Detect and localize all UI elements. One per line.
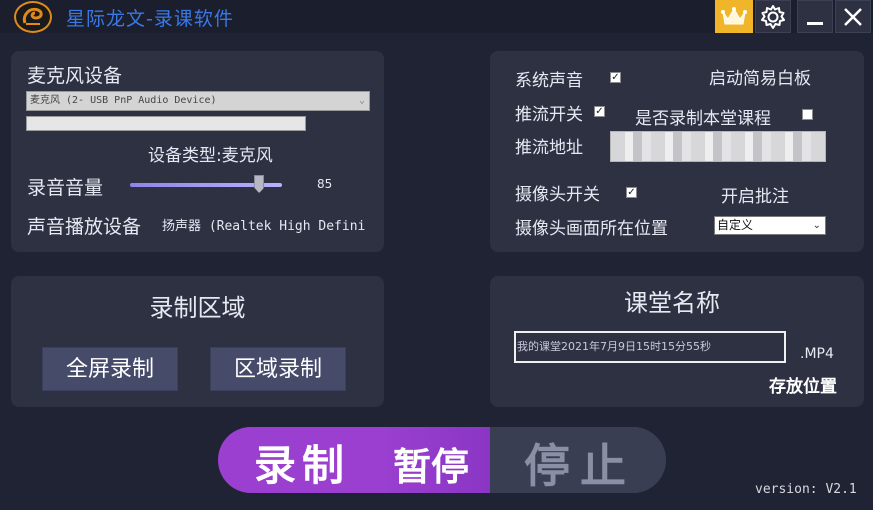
close-button[interactable] [835,0,871,33]
vip-crown-button[interactable] [715,0,753,33]
camera-position-select[interactable]: 自定义 ⌄ [714,216,826,235]
save-location-button[interactable]: 存放位置 [769,372,837,397]
chevron-down-icon: ⌄ [812,220,821,231]
title-bar: 星际龙文-录课软件 [0,0,873,33]
app-logo-icon [14,1,52,33]
stop-button[interactable]: 停止 [524,430,636,493]
chevron-down-icon: ⌄ [358,95,365,106]
record-region-panel: 录制区域 全屏录制 区域录制 [11,276,384,407]
file-extension: .MP4 [800,346,834,362]
mic-level-meter [26,116,306,131]
version-label: version: V2.1 [755,482,857,497]
gear-icon [761,4,785,29]
classroom-panel: 课堂名称 我的课堂2021年7月9日15时15分55秒 .MP4 存放位置 [490,276,864,407]
record-button[interactable]: 录制 [254,432,350,493]
record-control-bar: 录制 暂停 停止 [218,427,666,493]
push-url-label: 推流地址 [515,138,583,158]
mic-device-select[interactable]: 麦克风 (2- USB PnP Audio Device) ⌄ [26,91,370,111]
area-record-button[interactable]: 区域录制 [210,347,346,391]
minimize-icon [807,21,823,25]
microphone-panel: 麦克风设备 麦克风 (2- USB PnP Audio Device) ⌄ 设备… [11,51,384,252]
mic-heading: 麦克风设备 [27,65,123,87]
camera-checkbox[interactable]: ✓ [626,187,637,198]
push-label: 推流开关 [515,105,583,125]
close-icon [844,7,862,26]
whiteboard-button[interactable]: 启动简易白板 [709,64,811,89]
device-type-label: 设备类型:麦克风 [148,146,273,166]
annotate-button[interactable]: 开启批注 [721,182,789,207]
playback-device[interactable]: 扬声器 (Realtek High Defini [162,215,370,234]
push-url-input[interactable] [610,131,826,162]
mic-device-select-value: 麦克风 (2- USB PnP Audio Device) [30,95,217,106]
record-class-label: 是否录制本堂课程 [635,109,771,129]
pause-button[interactable]: 暂停 [393,436,469,491]
system-sound-checkbox[interactable]: ✓ [610,72,621,83]
volume-label: 录音音量 [27,177,104,199]
app-title: 星际龙文-录课软件 [66,8,234,30]
minimize-button[interactable] [797,0,833,33]
classroom-name-input[interactable]: 我的课堂2021年7月9日15时15分55秒 [514,331,786,363]
system-sound-label: 系统声音 [515,71,583,91]
classroom-heading: 课堂名称 [624,289,720,317]
volume-value: 85 [317,177,333,191]
stream-panel: 系统声音 ✓ 启动简易白板 推流开关 ✓ 是否录制本堂课程 推流地址 摄像头开关… [490,51,864,252]
camera-position-value: 自定义 [717,218,754,232]
crown-icon [721,6,747,24]
region-heading: 录制区域 [149,294,246,322]
fullscreen-record-button[interactable]: 全屏录制 [42,347,178,391]
volume-slider-thumb[interactable] [254,175,265,193]
record-class-checkbox[interactable] [802,109,813,120]
settings-button[interactable] [755,0,791,33]
camera-label: 摄像头开关 [515,185,600,205]
push-checkbox[interactable]: ✓ [594,106,605,117]
playback-label: 声音播放设备 [27,216,142,238]
camera-position-label: 摄像头画面所在位置 [515,219,668,239]
